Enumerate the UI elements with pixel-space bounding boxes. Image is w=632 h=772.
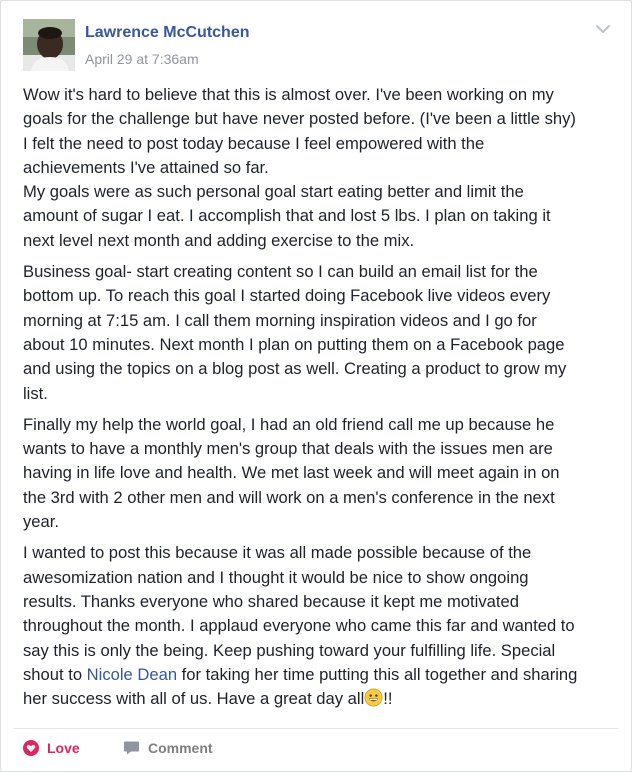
grinning-face-emoji [364, 688, 383, 707]
text-line: throughout the month. I applaud everyone… [23, 616, 575, 636]
text-segment: shout to [23, 664, 87, 684]
text-line: results. Thanks everyone who shared beca… [23, 591, 519, 611]
text-line: goals for the challenge but have never p… [23, 109, 576, 129]
text-line: next level next month and adding exercis… [23, 230, 415, 250]
heart-icon [23, 740, 39, 756]
text-line: and using the topics on a blog post as w… [23, 359, 567, 379]
chevron-down-icon[interactable] [593, 19, 613, 39]
actions-divider [13, 728, 619, 729]
love-button[interactable]: Love [23, 736, 80, 760]
text-line: the 3rd with 2 other men and will work o… [23, 487, 555, 507]
post-timestamp[interactable]: April 29 at 7:36am [85, 51, 199, 67]
text-segment: her success with all of us. Have a great… [23, 689, 365, 709]
post-paragraph: Wow it's hard to believe that this is al… [23, 83, 613, 253]
post-paragraph: Finally my help the world goal, I had an… [23, 413, 613, 534]
text-line: year. [23, 512, 59, 532]
text-line: wants to have a monthly men's group that… [23, 439, 553, 459]
text-line: morning at 7:15 am. I call them morning … [23, 310, 537, 330]
text-line: Wow it's hard to believe that this is al… [23, 85, 554, 104]
text-line: her success with all of us. Have a great… [23, 687, 613, 711]
text-line: My goals were as such personal goal star… [23, 182, 524, 202]
text-line: achievements I've attained so far. [23, 157, 269, 177]
avatar[interactable] [23, 19, 75, 71]
avatar-photo [23, 19, 75, 71]
text-line: Business goal- start creating content so… [23, 262, 538, 282]
text-line: Finally my help the world goal, I had an… [23, 414, 555, 434]
author-name[interactable]: Lawrence McCutchen [85, 24, 249, 42]
post-paragraph: Business goal- start creating content so… [23, 260, 613, 406]
mention-link[interactable]: Nicole Dean [87, 665, 177, 684]
text-line: list. [23, 383, 48, 403]
post-card: Lawrence McCutchen April 29 at 7:36am Wo… [0, 0, 632, 772]
text-line: I felt the need to post today because I … [23, 133, 485, 153]
text-line: awesomization nation and I thought it wo… [23, 567, 529, 587]
post-paragraph: I wanted to post this because it was all… [23, 541, 613, 711]
text-line: bottom up. To reach this goal I started … [23, 286, 551, 306]
text-line: having in life love and health. We met l… [23, 463, 560, 483]
post-body: Wow it's hard to believe that this is al… [23, 83, 613, 718]
post-header: Lawrence McCutchen April 29 at 7:36am [23, 19, 610, 71]
comment-button[interactable]: Comment [123, 736, 213, 760]
text-line: I wanted to post this because it was all… [23, 543, 532, 563]
love-label: Love [47, 740, 80, 756]
comment-label: Comment [148, 740, 213, 756]
text-segment: !! [383, 689, 393, 709]
speech-bubble-icon [124, 741, 139, 755]
text-line: amount of sugar I eat. I accomplish that… [23, 206, 551, 226]
text-line: about 10 minutes. Next month I plan on p… [23, 334, 565, 354]
text-segment: for taking her time putting this all tog… [177, 664, 578, 684]
text-line: say this is only the being. Keep pushing… [23, 640, 556, 660]
text-line: shout to Nicole Dean for taking her time… [23, 663, 613, 687]
